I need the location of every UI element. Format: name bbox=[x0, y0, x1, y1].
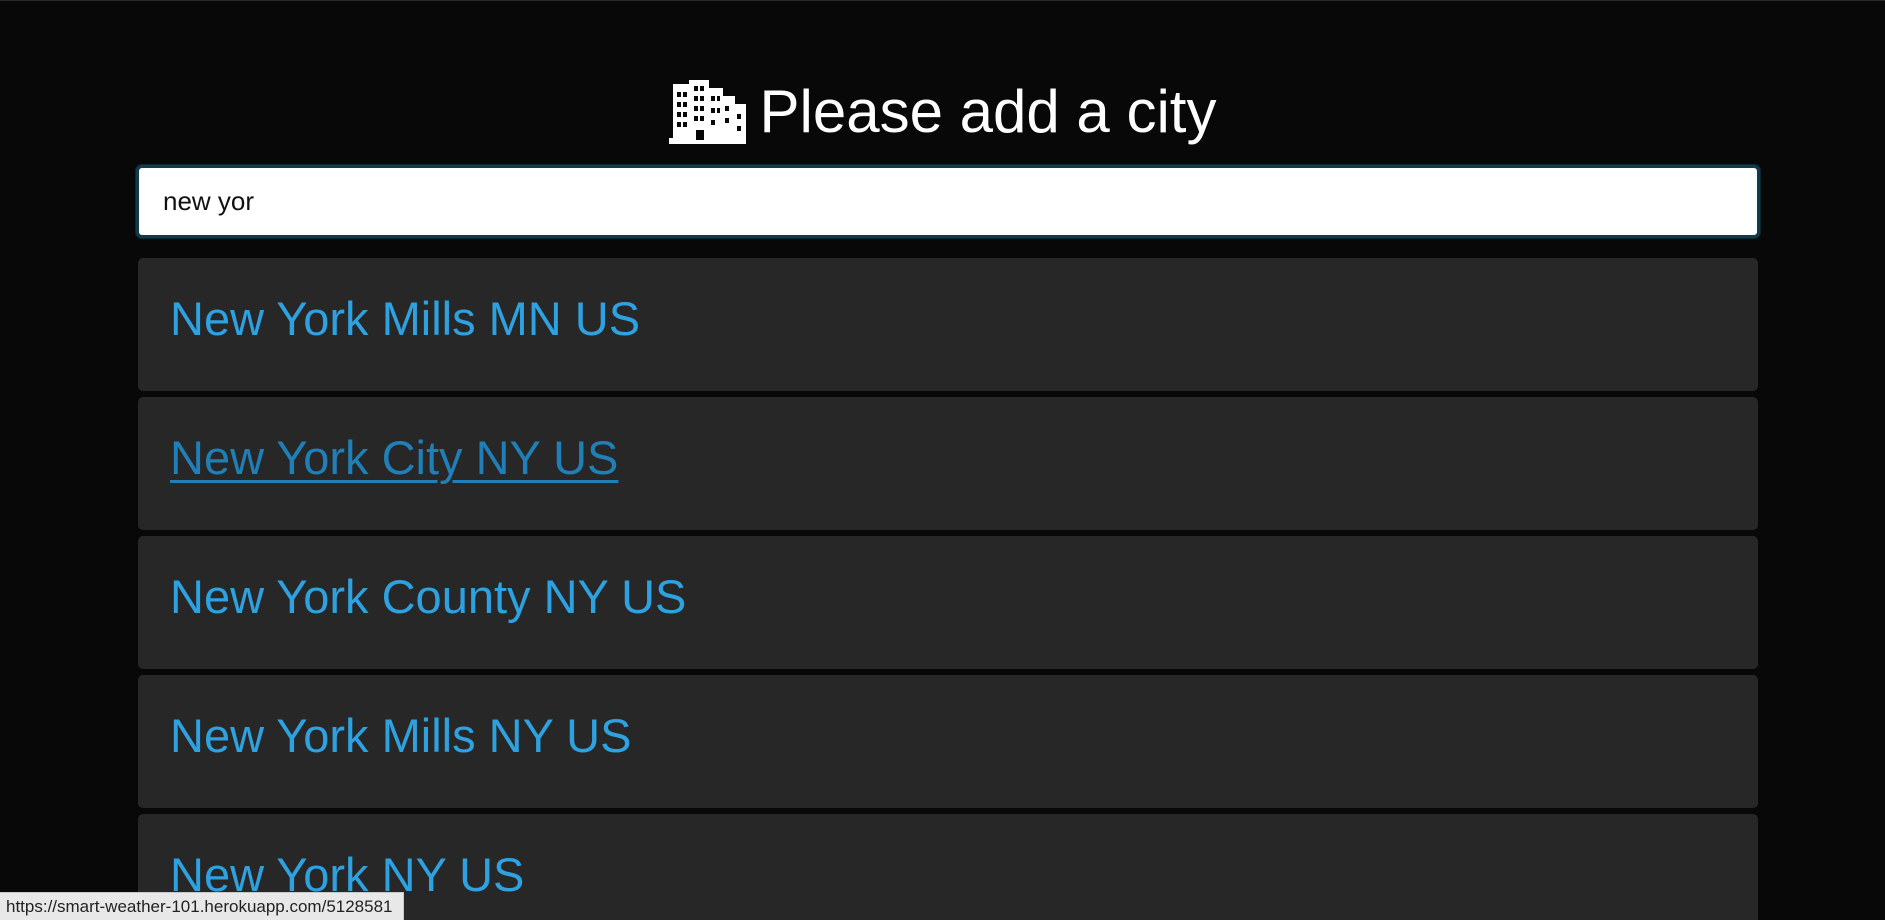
result-item-new-york-mills-mn[interactable]: New York Mills MN US bbox=[138, 258, 1758, 391]
result-link[interactable]: New York Mills MN US bbox=[170, 295, 640, 342]
browser-status-url: https://smart-weather-101.herokuapp.com/… bbox=[0, 892, 404, 920]
result-link[interactable]: New York County NY US bbox=[170, 573, 686, 620]
page-header: Please add a city bbox=[0, 72, 1885, 152]
city-icon bbox=[668, 80, 746, 144]
result-link[interactable]: New York Mills NY US bbox=[170, 712, 631, 759]
window-top-border bbox=[0, 0, 1885, 1]
result-link[interactable]: New York NY US bbox=[170, 851, 524, 898]
result-item-new-york-county-ny[interactable]: New York County NY US bbox=[138, 536, 1758, 669]
result-item-new-york-mills-ny[interactable]: New York Mills NY US bbox=[138, 675, 1758, 808]
result-item-new-york-city-ny[interactable]: New York City NY US bbox=[138, 397, 1758, 530]
search-box bbox=[136, 165, 1760, 238]
result-link[interactable]: New York City NY US bbox=[170, 434, 618, 481]
city-search-input[interactable] bbox=[139, 168, 1757, 235]
page-title: Please add a city bbox=[759, 78, 1217, 145]
results-list: New York Mills MN US New York City NY US… bbox=[138, 258, 1758, 920]
